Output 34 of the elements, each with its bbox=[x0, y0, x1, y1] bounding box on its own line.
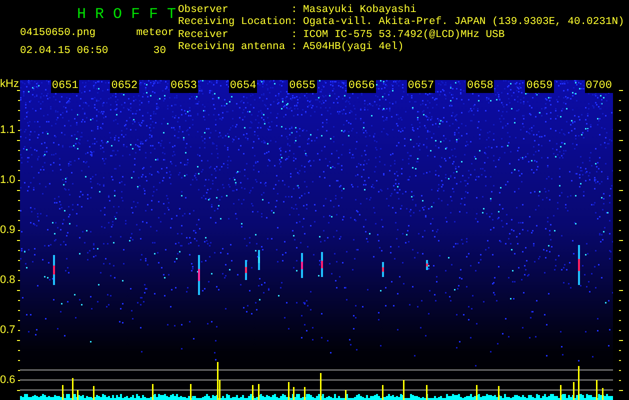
time-label: 0656 bbox=[347, 80, 376, 93]
time-label: 0659 bbox=[525, 80, 554, 93]
station-value: Ogata-vill. Akita-Pref. JAPAN (139.9303E, 40.0231N) bbox=[303, 16, 624, 29]
meteor-label: meteor bbox=[135, 27, 175, 39]
time-label: 0652 bbox=[110, 80, 139, 93]
timestamp: 02.04.15 06:50 bbox=[19, 45, 110, 57]
separator: : bbox=[291, 16, 298, 29]
separator: : bbox=[291, 28, 298, 41]
station-label: Receiving Location bbox=[178, 16, 291, 29]
axis-label: 0.6 bbox=[0, 374, 16, 386]
time-label: 0653 bbox=[170, 80, 198, 93]
axis-label: 1.0 bbox=[0, 174, 16, 186]
station-value: Masayuki Kobayashi bbox=[303, 4, 418, 16]
axis-label: 0.8 bbox=[0, 274, 16, 286]
axis-unit: kHz bbox=[0, 78, 19, 90]
station-value: A504HB(yagi 4el) bbox=[303, 40, 405, 54]
time-label: 0655 bbox=[288, 80, 317, 93]
time-label: 0657 bbox=[406, 80, 436, 93]
app-title: H R O F F T bbox=[76, 6, 177, 22]
time-label: 0658 bbox=[466, 80, 494, 93]
time-label: 0654 bbox=[228, 80, 258, 93]
separator: : bbox=[291, 40, 298, 54]
separator: : bbox=[291, 4, 298, 16]
axis-label: 1.1 bbox=[0, 124, 16, 136]
time-label: 0651 bbox=[50, 80, 80, 93]
file-name: 04150650.png bbox=[19, 27, 97, 39]
meteor-count: 30 bbox=[152, 45, 167, 57]
station-label: Observer bbox=[178, 4, 230, 16]
station-value: ICOM IC-575 53.7492(@LCD)MHz USB bbox=[303, 28, 506, 41]
time-label: 0700 bbox=[584, 80, 613, 93]
axis-label: 0.9 bbox=[0, 224, 16, 236]
station-label: Receiving antenna bbox=[178, 40, 286, 54]
station-label: Receiver bbox=[178, 28, 230, 41]
axis-label: 0.7 bbox=[0, 324, 16, 336]
